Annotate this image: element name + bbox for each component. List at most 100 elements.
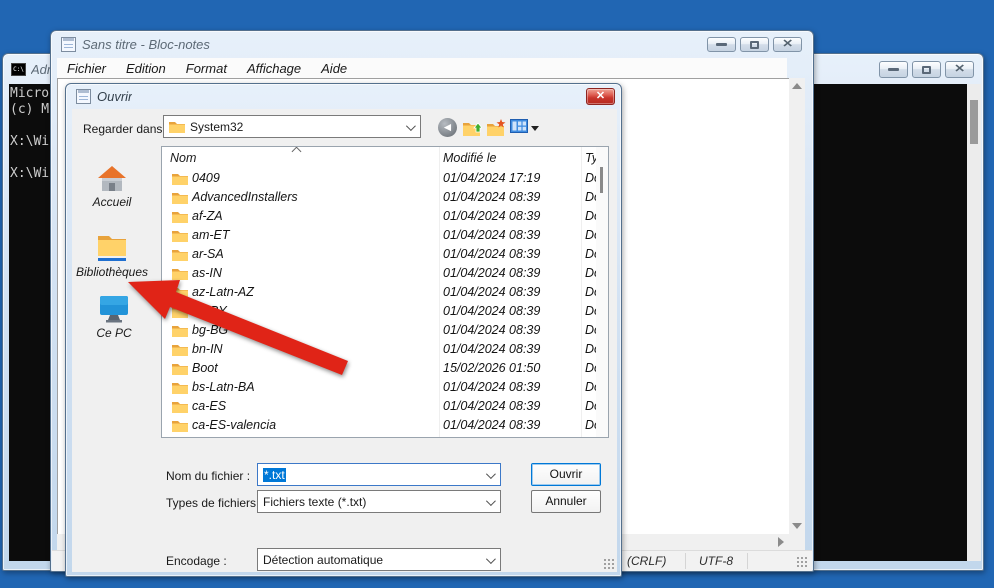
- file-name: ca-ES-valencia: [192, 418, 276, 432]
- sidebar-item-ce-pc[interactable]: Ce PC: [74, 295, 154, 340]
- scroll-up-icon[interactable]: [792, 83, 802, 89]
- file-modified: 01/04/2024 08:39: [443, 266, 540, 280]
- notepad-vertical-scrollbar[interactable]: [789, 78, 805, 534]
- file-modified: 01/04/2024 08:39: [443, 247, 540, 261]
- file-type-label: Types de fichiers :: [166, 496, 263, 510]
- menu-fichier[interactable]: Fichier: [57, 61, 116, 76]
- file-modified: 01/04/2024 08:39: [443, 342, 540, 356]
- dialog-close-button[interactable]: ✕: [586, 88, 615, 105]
- file-row[interactable]: Boot15/02/2026 01:50Do: [162, 360, 592, 379]
- notepad-titlebar[interactable]: Sans titre - Bloc-notes ✕: [51, 31, 813, 58]
- encoding-combobox[interactable]: Détection automatique: [257, 548, 501, 571]
- file-row[interactable]: bs-Latn-BA01/04/2024 08:39Do: [162, 379, 592, 398]
- file-row[interactable]: ar-SA01/04/2024 08:39Do: [162, 246, 592, 265]
- folder-icon: [172, 191, 188, 204]
- file-name-combobox[interactable]: *.txt: [257, 463, 501, 486]
- home-icon: [97, 165, 127, 192]
- file-name: ca-ES: [192, 399, 226, 413]
- file-row[interactable]: as-IN01/04/2024 08:39Do: [162, 265, 592, 284]
- file-name: ar-SA: [192, 247, 224, 261]
- menu-affichage[interactable]: Affichage: [237, 61, 311, 76]
- chevron-down-icon: [486, 496, 496, 506]
- column-header-nom[interactable]: Nom: [170, 151, 196, 165]
- file-row[interactable]: az-Latn-AZ01/04/2024 08:39Do: [162, 284, 592, 303]
- cmd-icon: C:\: [11, 63, 26, 76]
- dialog-resize-grip[interactable]: [603, 558, 615, 570]
- folder-icon: [172, 267, 188, 280]
- up-one-level-button[interactable]: [462, 118, 482, 138]
- file-modified: 15/02/2026 01:50: [443, 361, 540, 375]
- file-row[interactable]: AdvancedInstallers01/04/2024 08:39Do: [162, 189, 592, 208]
- folder-icon: [172, 362, 188, 375]
- file-row[interactable]: am-ET01/04/2024 08:39Do: [162, 227, 592, 246]
- file-type-value: Fichiers texte (*.txt): [263, 495, 366, 509]
- look-in-label: Regarder dans :: [83, 122, 169, 136]
- cmd-maximize-button[interactable]: [912, 61, 941, 78]
- file-name: bn-IN: [192, 342, 223, 356]
- menu-edition[interactable]: Edition: [116, 61, 176, 76]
- computer-icon: [98, 295, 130, 323]
- folder-icon: [172, 400, 188, 413]
- file-row[interactable]: af-ZA01/04/2024 08:39Do: [162, 208, 592, 227]
- folder-icon: [169, 120, 185, 133]
- new-folder-button[interactable]: [486, 118, 506, 138]
- file-modified: 01/04/2024 08:39: [443, 190, 540, 204]
- notepad-icon: [61, 37, 76, 52]
- open-dialog: Ouvrir ✕ Regarder dans : System32 ◄: [65, 83, 622, 577]
- back-button[interactable]: ◄: [438, 118, 458, 138]
- chevron-down-icon: [486, 469, 496, 479]
- folder-icon: [172, 229, 188, 242]
- dialog-titlebar[interactable]: Ouvrir: [66, 84, 621, 109]
- cmd-minimize-button[interactable]: [879, 61, 908, 78]
- file-modified: 01/04/2024 08:39: [443, 380, 540, 394]
- open-button[interactable]: Ouvrir: [531, 463, 601, 486]
- file-row[interactable]: bn-IN01/04/2024 08:39Do: [162, 341, 592, 360]
- file-row[interactable]: ca-ES01/04/2024 08:39Do: [162, 398, 592, 417]
- file-modified: 01/04/2024 08:39: [443, 209, 540, 223]
- file-modified: 01/04/2024 08:39: [443, 285, 540, 299]
- file-modified: 01/04/2024 08:39: [443, 304, 540, 318]
- sidebar-item-accueil[interactable]: Accueil: [72, 165, 152, 209]
- cmd-scrollbar[interactable]: [967, 84, 981, 561]
- up-folder-icon: [462, 118, 482, 138]
- encoding-label: Encodage :: [166, 554, 227, 568]
- file-type-combobox[interactable]: Fichiers texte (*.txt): [257, 490, 501, 513]
- notepad-close-button[interactable]: ✕: [773, 37, 802, 52]
- sidebar-label: Bibliothèques: [76, 265, 148, 279]
- file-row[interactable]: bg-BG01/04/2024 08:39Do: [162, 322, 592, 341]
- sidebar-label: Accueil: [93, 195, 132, 209]
- file-name: as-IN: [192, 266, 222, 280]
- look-in-combobox[interactable]: System32: [163, 115, 421, 138]
- folder-icon: [172, 286, 188, 299]
- notepad-minimize-button[interactable]: [707, 37, 736, 52]
- notepad-resize-grip[interactable]: [796, 556, 808, 568]
- views-grid-icon: [510, 118, 528, 134]
- file-name: az-Latn-AZ: [192, 285, 254, 299]
- notepad-maximize-button[interactable]: [740, 37, 769, 52]
- file-row[interactable]: ca-ES-valencia01/04/2024 08:39Do: [162, 417, 592, 436]
- file-list-scrollbar[interactable]: [596, 147, 608, 437]
- folder-icon: [172, 419, 188, 432]
- column-header-modifie[interactable]: Modifié le: [443, 151, 497, 165]
- cancel-button[interactable]: Annuler: [531, 490, 601, 513]
- file-modified: 01/04/2024 08:39: [443, 323, 540, 337]
- menu-aide[interactable]: Aide: [311, 61, 357, 76]
- file-row[interactable]: 040901/04/2024 17:19Do: [162, 170, 592, 189]
- file-name: am-ET: [192, 228, 230, 242]
- menu-format[interactable]: Format: [176, 61, 237, 76]
- file-name: af-ZA: [192, 209, 223, 223]
- look-in-value: System32: [190, 120, 243, 134]
- scroll-down-icon[interactable]: [792, 523, 802, 529]
- folder-icon: [172, 172, 188, 185]
- views-button[interactable]: [510, 118, 540, 138]
- cmd-close-button[interactable]: ✕: [945, 61, 974, 78]
- folder-icon: [172, 343, 188, 356]
- folder-icon: [172, 248, 188, 261]
- sidebar-item-bibliotheques[interactable]: Bibliothèques: [72, 233, 152, 279]
- dialog-title: Ouvrir: [97, 89, 132, 104]
- scroll-right-icon[interactable]: [778, 537, 784, 547]
- chevron-down-icon: [486, 554, 496, 564]
- notepad-title: Sans titre - Bloc-notes: [82, 37, 210, 52]
- encoding-value: Détection automatique: [263, 553, 383, 567]
- file-row[interactable]: be-BY01/04/2024 08:39Do: [162, 303, 592, 322]
